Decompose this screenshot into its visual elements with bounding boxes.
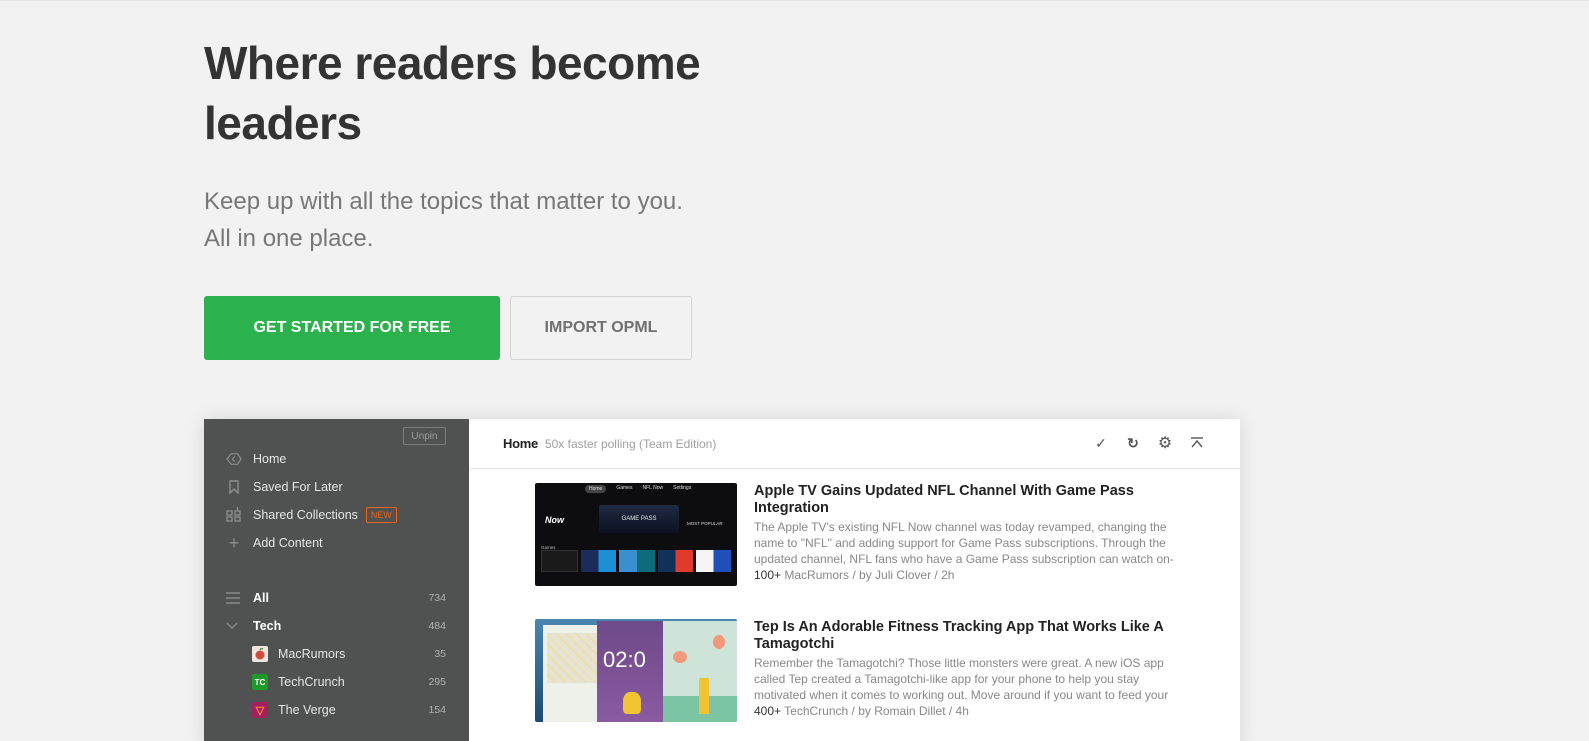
popularity-count: 400+ [754, 704, 782, 718]
sidebar-feed-techcrunch[interactable]: TC TechCrunch 295 [204, 671, 469, 693]
bookmark-icon [226, 479, 242, 495]
sidebar-feed-macrumors[interactable]: MacRumors 35 [204, 643, 469, 665]
unpin-button[interactable]: Unpin [403, 427, 446, 445]
sidebar-feed-the-verge[interactable]: ▽ The Verge 154 [204, 699, 469, 721]
hero-subtitle-line-2: All in one place. [204, 225, 374, 252]
article-source: TechCrunch / by Romain Dillet / 4h [784, 704, 969, 718]
article-thumbnail: Home Games NFL Now Settings Now GAME PAS… [535, 483, 737, 586]
list-icon [226, 592, 242, 604]
new-badge: NEW [365, 507, 397, 523]
settings-gear-icon[interactable]: ⚙ [1156, 434, 1174, 452]
sidebar-item-label: The Verge [278, 703, 336, 717]
macrumors-favicon [252, 646, 268, 662]
article-meta: 400+ TechCrunch / by Romain Dillet / 4h [754, 703, 1174, 719]
article-title[interactable]: Tep Is An Adorable Fitness Tracking App … [754, 619, 1174, 653]
refresh-icon[interactable]: ↻ [1124, 434, 1142, 452]
article-title[interactable]: Apple TV Gains Updated NFL Channel With … [754, 483, 1174, 517]
sidebar-item-label: Saved For Later [253, 480, 343, 494]
sidebar-item-home[interactable]: Home [226, 448, 286, 470]
sidebar-item-label: Add Content [253, 536, 323, 550]
thumb-game-tiles [541, 550, 732, 572]
sidebar-item-label: Tech [253, 619, 282, 633]
sidebar-item-shared-collections[interactable]: Shared Collections NEW [226, 504, 397, 526]
main-panel: Home 50x faster polling (Team Edition) ✓… [469, 419, 1240, 741]
toolbar: ✓ ↻ ⚙ [1092, 434, 1206, 452]
article-thumbnail: 02:0 [535, 619, 737, 722]
sidebar-item-label: Shared Collections [253, 508, 358, 522]
sidebar-category-tech[interactable]: Tech 484 [204, 615, 469, 637]
home-icon [226, 451, 242, 467]
chevron-down-icon[interactable] [226, 622, 242, 630]
sidebar-item-label: All [253, 591, 269, 605]
sidebar-item-label: MacRumors [278, 647, 346, 661]
hero-subtitle: Keep up with all the topics that matter … [204, 183, 683, 257]
article-item[interactable]: 02:0 Tep Is An Adorable Fitness Tracking… [535, 619, 1174, 722]
article-summary: The Apple TV's existing NFL Now channel … [754, 520, 1174, 566]
sidebar-item-label: TechCrunch [278, 675, 345, 689]
mark-read-icon[interactable]: ✓ [1092, 434, 1110, 452]
article-item[interactable]: Home Games NFL Now Settings Now GAME PAS… [535, 483, 1174, 586]
hero-title: Where readers become leaders [204, 37, 701, 149]
main-subtitle: 50x faster polling (Team Edition) [544, 436, 717, 451]
main-title: Home [503, 436, 538, 451]
article-source: MacRumors / by Juli Clover / 2h [784, 568, 955, 582]
app-preview: Unpin Home Saved For Later Shared Collec… [204, 419, 1240, 741]
popularity-count: 100+ [754, 568, 782, 582]
unread-count: 734 [428, 592, 446, 604]
thumb-timer-screen: 02:0 [597, 621, 667, 722]
collections-icon [226, 507, 242, 523]
thumb-map-screen [543, 625, 603, 722]
sidebar-item-label: Home [253, 452, 287, 466]
get-started-button[interactable]: GET STARTED FOR FREE [204, 296, 500, 360]
article-body: Apple TV Gains Updated NFL Channel With … [754, 483, 1174, 586]
unread-count: 484 [428, 620, 446, 632]
unread-count: 154 [428, 704, 446, 716]
sidebar-item-add-content[interactable]: + Add Content [226, 532, 323, 554]
thumb-giraffe-screen [663, 621, 737, 722]
hero-subtitle-line-1: Keep up with all the topics that matter … [204, 188, 683, 215]
verge-favicon: ▽ [252, 702, 268, 718]
unread-count: 295 [428, 676, 446, 688]
collapse-top-icon[interactable] [1188, 434, 1206, 452]
techcrunch-favicon: TC [252, 674, 268, 690]
sidebar-item-all[interactable]: All 734 [204, 587, 469, 609]
thumb-tabs: Home Games NFL Now Settings [585, 485, 691, 493]
article-body: Tep Is An Adorable Fitness Tracking App … [754, 619, 1174, 722]
sidebar-item-saved-for-later[interactable]: Saved For Later [226, 476, 343, 498]
main-header: Home 50x faster polling (Team Edition) ✓… [469, 419, 1240, 469]
article-summary: Remember the Tamagotchi? Those little mo… [754, 656, 1169, 702]
sidebar: Unpin Home Saved For Later Shared Collec… [204, 419, 469, 741]
article-meta: 100+ MacRumors / by Juli Clover / 2h [754, 567, 1174, 583]
plus-icon: + [228, 532, 240, 553]
unread-count: 35 [434, 648, 446, 660]
import-opml-button[interactable]: IMPORT OPML [510, 296, 692, 360]
